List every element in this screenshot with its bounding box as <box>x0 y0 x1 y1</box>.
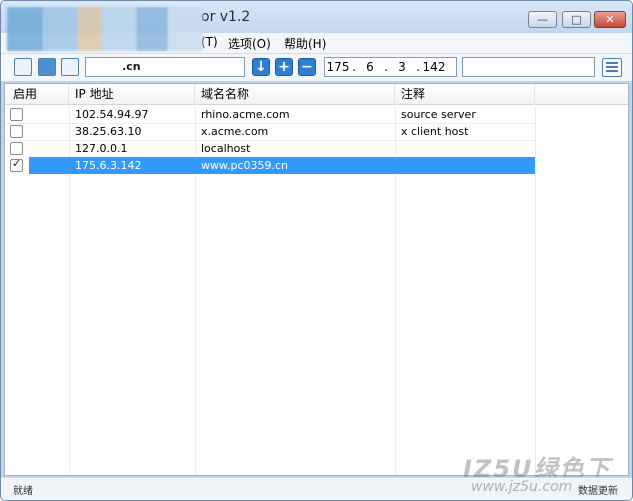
minimize-button[interactable]: — <box>528 11 557 28</box>
ip-octet-4: 142 <box>422 60 446 74</box>
column-header-comment[interactable]: 注释 <box>395 84 535 104</box>
hostname-input[interactable]: .cn <box>85 57 245 77</box>
toolbar: .cn ↓ + − 175 . 6 . 3 . 142 <box>1 54 632 82</box>
comment-cell: source server <box>401 108 476 121</box>
ip-octet-3: 3 <box>398 60 406 74</box>
table-row[interactable]: 102.54.94.97 rhino.acme.com source serve… <box>5 106 535 123</box>
arrow-down-icon[interactable]: ↓ <box>252 58 270 76</box>
ip-cell: 127.0.0.1 <box>75 142 128 155</box>
enabled-checkbox[interactable] <box>10 142 23 155</box>
save-icon[interactable] <box>38 58 56 76</box>
window-title: or v1.2 <box>201 9 251 25</box>
status-text: 就绪 <box>13 486 33 497</box>
table-row[interactable]: 38.25.63.10 x.acme.com x client host <box>5 123 535 140</box>
domain-cell: localhost <box>201 142 251 155</box>
enabled-checkbox-checked[interactable] <box>10 157 23 172</box>
comment-cell: x client host <box>401 125 469 138</box>
ip-address-input[interactable]: 175 . 6 . 3 . 142 <box>324 57 457 77</box>
column-divider <box>535 104 536 475</box>
column-header-ip[interactable]: IP 地址 <box>69 84 195 104</box>
table-row[interactable]: 127.0.0.1 localhost <box>5 140 535 157</box>
table-header: 启用 IP 地址 域名名称 注释 <box>5 84 628 105</box>
ip-cell: 102.54.94.97 <box>75 108 149 121</box>
menu-help[interactable]: 帮助(H) <box>284 35 326 52</box>
domain-cell: rhino.acme.com <box>201 108 290 121</box>
enabled-checkbox[interactable] <box>10 108 23 121</box>
hosts-table[interactable]: 启用 IP 地址 域名名称 注释 102.54.94.97 rhino.acme… <box>4 83 629 476</box>
ip-cell: 175.6.3.142 <box>75 159 142 172</box>
ip-cell: 38.25.63.10 <box>75 125 142 138</box>
status-right-text: 数据更新 <box>578 486 618 497</box>
domain-cell: x.acme.com <box>201 125 269 138</box>
close-button[interactable]: ✕ <box>594 11 626 28</box>
column-header-domain[interactable]: 域名名称 <box>195 84 395 104</box>
menu-options[interactable]: 选项(O) <box>228 35 271 52</box>
watermark-url: www.jz5u.com <box>471 479 573 495</box>
comment-input[interactable] <box>462 57 595 77</box>
enabled-checkbox[interactable] <box>10 125 23 138</box>
ip-octet-1: 175 <box>326 60 350 74</box>
open-file-icon[interactable] <box>14 58 32 76</box>
search-icon[interactable] <box>61 58 79 76</box>
ip-octet-2: 6 <box>366 60 374 74</box>
maximize-button[interactable]: □ <box>562 11 591 28</box>
add-icon[interactable]: + <box>275 58 293 76</box>
table-row[interactable]: 175.6.3.142 www.pc0359.cn <box>5 157 535 174</box>
column-header-enabled[interactable]: 启用 <box>5 84 69 104</box>
list-view-icon[interactable] <box>602 58 622 77</box>
blurred-app-icon-and-title <box>7 7 203 51</box>
menu-tools[interactable]: (T) <box>201 35 218 49</box>
domain-cell: www.pc0359.cn <box>201 159 289 172</box>
remove-icon[interactable]: − <box>298 58 316 76</box>
app-window: or v1.2 — □ ✕ (T) 选项(O) 帮助(H) .cn ↓ + − … <box>0 0 633 501</box>
